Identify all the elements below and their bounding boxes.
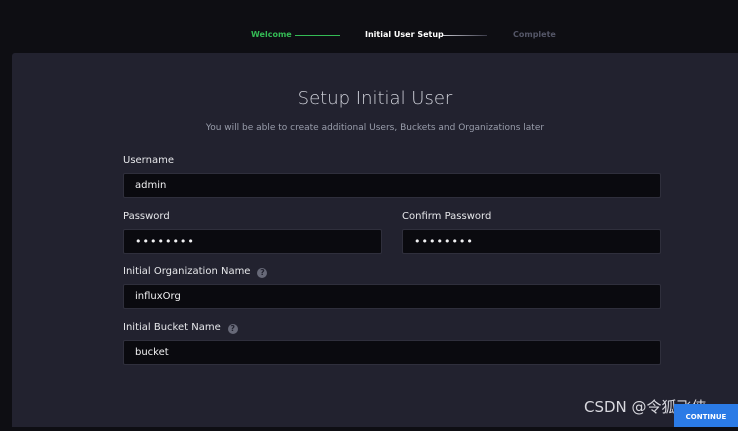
help-icon[interactable]: ? [257,268,268,278]
password-field[interactable]: •••••••• [123,229,382,254]
bucket-field[interactable] [123,340,661,365]
step-initial-user-setup: Initial User Setup [365,30,444,39]
confirm-password-field[interactable]: •••••••• [402,229,661,254]
organization-field[interactable] [123,284,661,309]
page-title: Setup Initial User [297,88,453,109]
username-label: Username [123,155,174,166]
setup-stepper: Welcome Initial User Setup Complete [0,0,738,53]
step-connector-active [443,35,487,36]
help-icon[interactable]: ? [227,324,238,334]
organization-label-row: Initial Organization Name? [123,266,268,278]
continue-button[interactable]: CONTINUE [674,404,738,427]
page-subtitle: You will be able to create additional Us… [205,123,545,133]
bucket-label: Initial Bucket Name [123,322,221,333]
bucket-label-row: Initial Bucket Name? [123,322,238,334]
step-welcome: Welcome [251,30,292,39]
organization-label: Initial Organization Name [123,266,251,277]
confirm-password-label: Confirm Password [402,211,492,222]
username-field[interactable] [123,173,661,198]
step-connector-done [295,35,340,36]
password-label: Password [123,211,170,222]
step-complete: Complete [513,30,556,39]
